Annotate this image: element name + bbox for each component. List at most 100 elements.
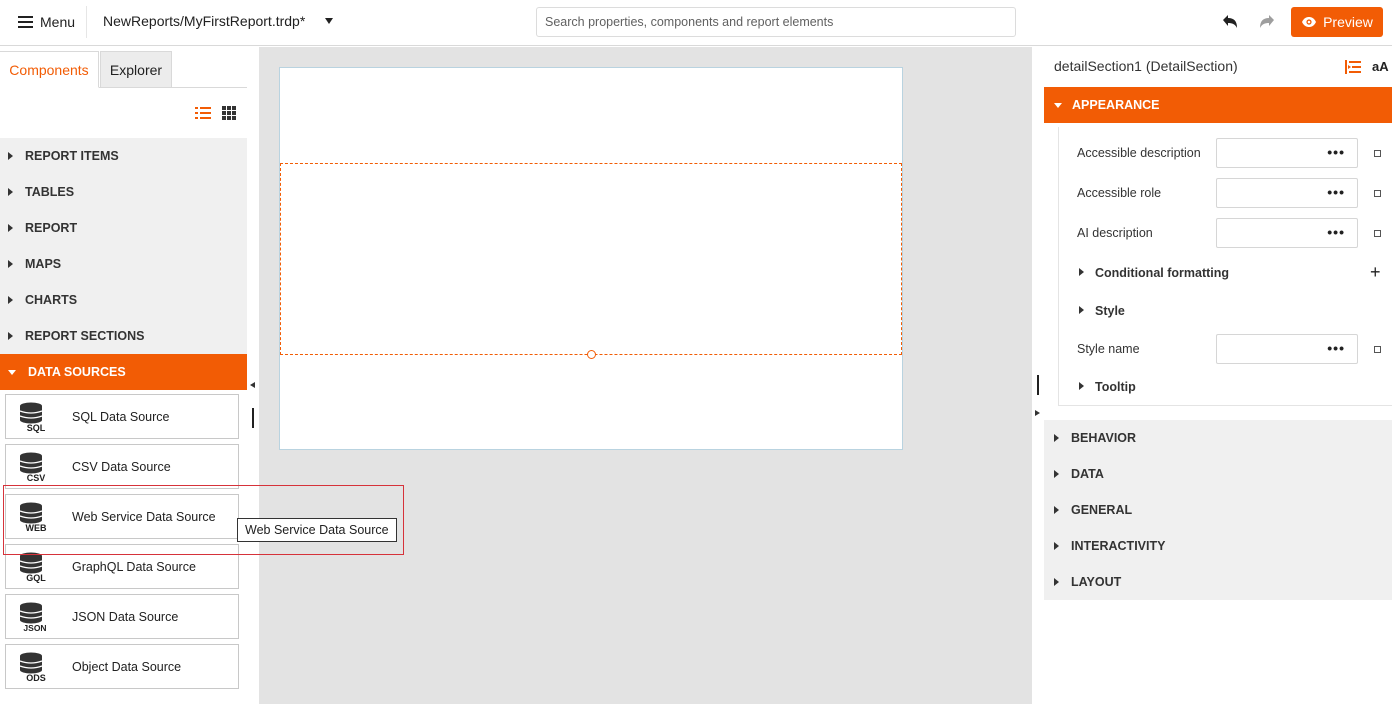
- group-label: REPORT: [25, 221, 78, 235]
- object-data-source-item[interactable]: ODS Object Data Source: [5, 644, 239, 689]
- caret-down-icon: [8, 369, 16, 375]
- group-data-sources[interactable]: DATA SOURCES: [0, 354, 247, 390]
- svg-text:WEB: WEB: [26, 523, 47, 533]
- csv-data-source-item[interactable]: CSV CSV Data Source: [5, 444, 239, 489]
- reset-icon[interactable]: [1374, 346, 1381, 353]
- category-behavior[interactable]: BEHAVIOR: [1044, 420, 1392, 456]
- group-label: TABLES: [25, 185, 75, 199]
- caret-right-icon: [1079, 382, 1084, 390]
- caret-right-icon: [8, 260, 13, 268]
- search-input[interactable]: [536, 7, 1016, 37]
- preview-button[interactable]: Preview: [1291, 7, 1383, 37]
- view-toggles: [0, 88, 247, 138]
- appearance-properties: Accessible description ••• Accessible ro…: [1058, 127, 1392, 406]
- document-title: NewReports/MyFirstReport.trdp*: [103, 13, 306, 29]
- group-report-items[interactable]: REPORT ITEMS: [0, 138, 247, 174]
- category-general[interactable]: GENERAL: [1044, 492, 1392, 528]
- menu-button[interactable]: Menu: [8, 6, 85, 38]
- data-source-label: CSV Data Source: [72, 459, 171, 474]
- group-label: MAPS: [25, 257, 62, 271]
- data-source-label: Object Data Source: [72, 659, 182, 674]
- grid-view-icon[interactable]: [222, 106, 236, 120]
- group-label: CHARTS: [25, 293, 78, 307]
- add-icon[interactable]: +: [1370, 261, 1381, 283]
- group-report-sections[interactable]: REPORT SECTIONS: [0, 318, 247, 354]
- tab-explorer[interactable]: Explorer: [100, 51, 172, 88]
- collapse-left-panel-icon[interactable]: [250, 382, 255, 388]
- group-tables[interactable]: TABLES: [0, 174, 247, 210]
- hamburger-icon: [18, 16, 33, 28]
- undo-icon[interactable]: [1219, 11, 1241, 33]
- ellipsis-icon[interactable]: •••: [1327, 341, 1345, 355]
- sql-data-source-item[interactable]: SQL SQL Data Source: [5, 394, 239, 439]
- reset-icon[interactable]: [1374, 230, 1381, 237]
- caret-right-icon: [1054, 542, 1059, 550]
- style-group[interactable]: Style: [1059, 299, 1392, 323]
- accessible-description-field[interactable]: •••: [1216, 138, 1358, 168]
- report-page[interactable]: [279, 67, 903, 450]
- category-label: DATA: [1071, 467, 1104, 481]
- document-menu-chevron-down-icon[interactable]: [325, 18, 333, 24]
- ellipsis-icon[interactable]: •••: [1327, 145, 1345, 159]
- tooltip-group[interactable]: Tooltip: [1059, 375, 1392, 399]
- caret-right-icon: [1054, 470, 1059, 478]
- components-panel: Components Explorer REPORT ITEMS TABLES …: [0, 47, 247, 704]
- categorized-sort-icon[interactable]: [1345, 59, 1361, 75]
- collapse-right-panel-icon[interactable]: [1035, 410, 1040, 416]
- property-categories: BEHAVIOR DATA GENERAL INTERACTIVITY LAYO…: [1044, 420, 1392, 600]
- conditional-formatting-group[interactable]: Conditional formatting +: [1059, 261, 1392, 285]
- category-label: GENERAL: [1071, 503, 1133, 517]
- caret-right-icon: [8, 296, 13, 304]
- eye-icon: [1302, 17, 1317, 27]
- caret-right-icon: [8, 224, 13, 232]
- detail-section[interactable]: [280, 163, 902, 359]
- data-source-label: JSON Data Source: [72, 609, 179, 624]
- left-splitter-handle[interactable]: [252, 408, 254, 428]
- caret-right-icon: [1054, 578, 1059, 586]
- style-name-field[interactable]: •••: [1216, 334, 1358, 364]
- component-groups: REPORT ITEMS TABLES REPORT MAPS CHARTS R…: [0, 138, 247, 390]
- graphql-data-source-item[interactable]: GQL GraphQL Data Source: [5, 544, 239, 589]
- ai-description-field[interactable]: •••: [1216, 218, 1358, 248]
- web-service-data-source-item[interactable]: WEB Web Service Data Source: [5, 494, 239, 539]
- ellipsis-icon[interactable]: •••: [1327, 225, 1345, 239]
- database-gql-icon: GQL: [19, 552, 46, 583]
- category-layout[interactable]: LAYOUT: [1044, 564, 1392, 600]
- sub-group-label: Conditional formatting: [1095, 266, 1230, 280]
- json-data-source-item[interactable]: JSON JSON Data Source: [5, 594, 239, 639]
- group-label: DATA SOURCES: [28, 365, 126, 379]
- caret-right-icon: [1054, 434, 1059, 442]
- group-label: REPORT ITEMS: [25, 149, 119, 163]
- caret-right-icon: [8, 332, 13, 340]
- section-resize-handle[interactable]: [587, 350, 596, 359]
- property-label: AI description: [1077, 226, 1153, 240]
- property-label: Accessible role: [1077, 186, 1162, 200]
- property-label: Accessible description: [1077, 146, 1201, 160]
- ellipsis-icon[interactable]: •••: [1327, 185, 1345, 199]
- tab-components[interactable]: Components: [0, 51, 99, 88]
- category-label: INTERACTIVITY: [1071, 539, 1166, 553]
- accessible-role-field[interactable]: •••: [1216, 178, 1358, 208]
- right-splitter-handle[interactable]: [1037, 375, 1039, 395]
- database-ods-icon: ODS: [19, 652, 46, 683]
- reset-icon[interactable]: [1374, 190, 1381, 197]
- group-report[interactable]: REPORT: [0, 210, 247, 246]
- property-accessible-description: Accessible description •••: [1059, 138, 1392, 168]
- reset-icon[interactable]: [1374, 150, 1381, 157]
- database-web-icon: WEB: [19, 502, 47, 533]
- category-label: LAYOUT: [1071, 575, 1122, 589]
- category-appearance[interactable]: APPEARANCE: [1044, 87, 1392, 123]
- category-data[interactable]: DATA: [1044, 456, 1392, 492]
- svg-text:SQL: SQL: [27, 423, 46, 433]
- category-label: APPEARANCE: [1072, 98, 1160, 112]
- category-interactivity[interactable]: INTERACTIVITY: [1044, 528, 1392, 564]
- property-accessible-role: Accessible role •••: [1059, 178, 1392, 208]
- group-maps[interactable]: MAPS: [0, 246, 247, 282]
- list-view-icon[interactable]: [195, 106, 211, 120]
- design-canvas[interactable]: [259, 47, 1032, 704]
- property-style-name: Style name •••: [1059, 334, 1392, 364]
- svg-text:GQL: GQL: [26, 573, 46, 583]
- redo-icon[interactable]: [1256, 11, 1278, 33]
- group-charts[interactable]: CHARTS: [0, 282, 247, 318]
- alphabetical-sort-button[interactable]: aA: [1372, 59, 1389, 74]
